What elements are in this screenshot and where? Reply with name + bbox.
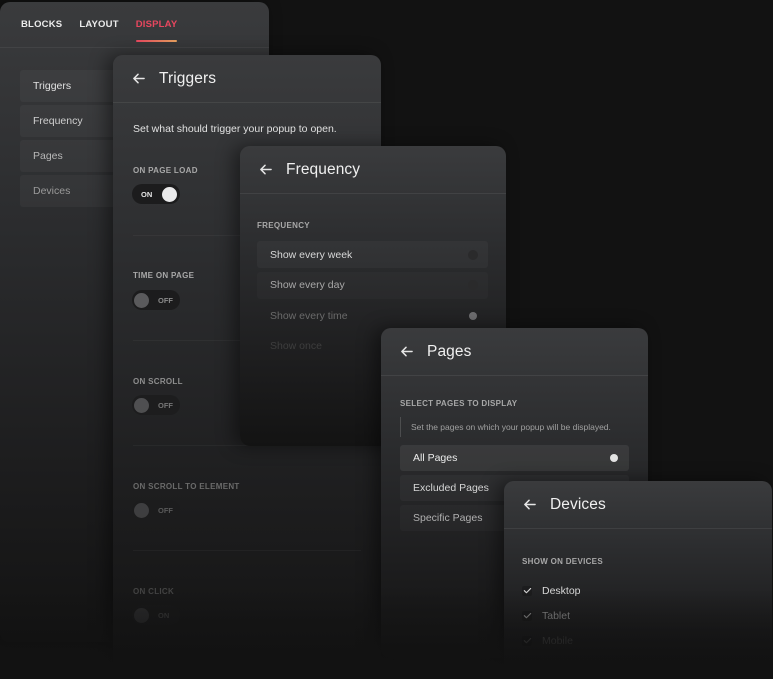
option-label: Specific Pages bbox=[413, 512, 483, 524]
toggle-knob bbox=[134, 293, 149, 308]
page-load-toggle[interactable]: ON bbox=[132, 184, 180, 204]
radio-button-selected[interactable] bbox=[469, 311, 477, 320]
devices-panel: Devices SHOW ON DEVICES Desktop Tablet M… bbox=[504, 481, 772, 679]
frequency-option-day[interactable]: Show every day bbox=[257, 272, 488, 299]
toggle-knob bbox=[134, 608, 149, 623]
option-label: Show every day bbox=[270, 279, 345, 291]
pages-header: Pages bbox=[381, 328, 648, 376]
on-scroll-toggle[interactable]: OFF bbox=[132, 395, 180, 415]
panel-title: Frequency bbox=[286, 160, 361, 178]
option-label: Show every week bbox=[270, 248, 353, 261]
option-label: Excluded Pages bbox=[413, 482, 489, 494]
devices-options: Desktop Tablet Mobile bbox=[522, 578, 581, 653]
radio-button[interactable] bbox=[468, 249, 478, 260]
trigger-label-on-click: ON CLICK bbox=[133, 587, 175, 596]
menu-item-label: Pages bbox=[33, 150, 63, 162]
pages-option-all[interactable]: All Pages bbox=[400, 445, 629, 471]
tab-layout[interactable]: LAYOUT bbox=[79, 19, 118, 30]
menu-item-label: Triggers bbox=[33, 80, 72, 92]
arrow-left-icon[interactable] bbox=[131, 72, 145, 86]
menu-item-triggers[interactable]: Triggers bbox=[20, 70, 120, 102]
toggle-state: ON bbox=[141, 190, 153, 199]
panel-title: Triggers bbox=[159, 69, 217, 87]
option-label: Show once bbox=[270, 340, 322, 352]
checkbox-checked[interactable] bbox=[522, 635, 532, 646]
devices-header: Devices bbox=[504, 481, 772, 529]
option-label: Desktop bbox=[542, 584, 581, 597]
trigger-label-time-on-page: TIME ON PAGE bbox=[133, 271, 195, 280]
pages-section-label: SELECT PAGES TO DISPLAY bbox=[400, 399, 518, 408]
menu-item-devices[interactable]: Devices bbox=[20, 175, 120, 207]
time-on-page-toggle[interactable]: OFF bbox=[132, 290, 180, 310]
toggle-state: OFF bbox=[158, 401, 173, 410]
option-label: Mobile bbox=[542, 634, 573, 647]
frequency-option-every-time[interactable]: Show every time bbox=[257, 302, 488, 329]
on-click-toggle[interactable]: ON bbox=[132, 605, 180, 625]
option-label: All Pages bbox=[413, 452, 458, 464]
check-icon bbox=[523, 637, 531, 644]
menu-item-label: Devices bbox=[33, 185, 71, 197]
radio-button[interactable] bbox=[468, 280, 478, 290]
radio-button-selected[interactable] bbox=[610, 454, 618, 462]
divider bbox=[133, 550, 361, 551]
device-option-tablet[interactable]: Tablet bbox=[522, 603, 581, 628]
triggers-header: Triggers bbox=[113, 55, 381, 103]
checkbox-checked[interactable] bbox=[522, 610, 532, 621]
option-label: Show every time bbox=[270, 309, 348, 322]
devices-section-label: SHOW ON DEVICES bbox=[522, 557, 603, 566]
frequency-option-week[interactable]: Show every week bbox=[257, 241, 488, 268]
checkbox-checked[interactable] bbox=[522, 585, 532, 596]
toggle-state: OFF bbox=[158, 296, 173, 305]
arrow-left-icon[interactable] bbox=[258, 163, 272, 177]
tab-bar: BLOCKS LAYOUT DISPLAY bbox=[0, 2, 269, 48]
toggle-knob bbox=[134, 503, 149, 518]
option-label: Tablet bbox=[542, 609, 571, 622]
device-option-desktop[interactable]: Desktop bbox=[522, 578, 581, 603]
tab-blocks[interactable]: BLOCKS bbox=[21, 19, 62, 30]
tab-display[interactable]: DISPLAY bbox=[135, 19, 178, 42]
menu-item-pages[interactable]: Pages bbox=[20, 140, 120, 172]
frequency-section-label: FREQUENCY bbox=[257, 221, 310, 230]
toggle-knob bbox=[162, 187, 177, 202]
menu-item-frequency[interactable]: Frequency bbox=[20, 105, 120, 137]
display-menu: Triggers Frequency Pages Devices bbox=[20, 70, 120, 210]
arrow-left-icon[interactable] bbox=[399, 345, 413, 359]
toggle-knob bbox=[134, 398, 149, 413]
trigger-label-on-scroll: ON SCROLL bbox=[133, 377, 183, 386]
menu-item-label: Frequency bbox=[33, 115, 83, 127]
toggle-state: ON bbox=[158, 611, 170, 620]
check-icon bbox=[523, 587, 531, 594]
check-icon bbox=[523, 612, 531, 619]
arrow-left-icon[interactable] bbox=[522, 498, 536, 512]
panel-title: Devices bbox=[550, 495, 606, 513]
triggers-description: Set what should trigger your popup to op… bbox=[133, 123, 337, 135]
trigger-label-page-load: ON PAGE LOAD bbox=[133, 166, 198, 175]
frequency-header: Frequency bbox=[240, 146, 506, 194]
trigger-label-scroll-to-element: ON SCROLL TO ELEMENT bbox=[133, 482, 240, 491]
device-option-mobile[interactable]: Mobile bbox=[522, 628, 581, 653]
pages-hint: Set the pages on which your popup will b… bbox=[400, 417, 611, 437]
panel-title: Pages bbox=[427, 342, 472, 360]
toggle-state: OFF bbox=[158, 506, 173, 515]
scroll-to-element-toggle[interactable]: OFF bbox=[132, 500, 180, 520]
